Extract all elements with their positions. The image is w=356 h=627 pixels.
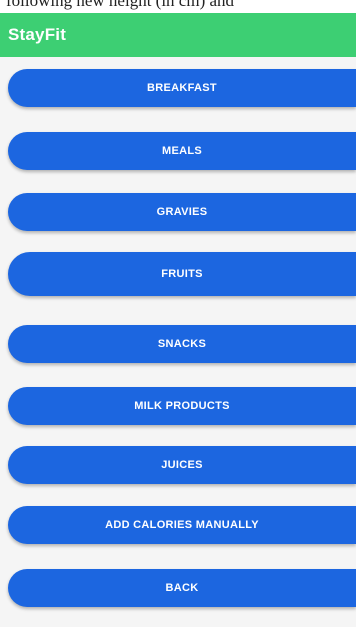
breakfast-button[interactable]: BREAKFAST (8, 69, 356, 107)
add-calories-manually-button[interactable]: ADD CALORIES MANUALLY (8, 506, 356, 544)
fruits-button[interactable]: FRUITS (8, 252, 356, 296)
meals-button-label: MEALS (162, 145, 202, 157)
milk-products-button[interactable]: MILK PRODUCTS (8, 387, 356, 425)
juices-button[interactable]: JUICES (8, 446, 356, 484)
top-cutoff-strip: following new height (in cm) and (0, 0, 356, 13)
juices-button-label: JUICES (161, 459, 203, 471)
menu-content: BREAKFAST MEALS GRAVIES FRUITS SNACKS MI… (0, 57, 356, 627)
app-bar: StayFit (0, 13, 356, 57)
gravies-button[interactable]: GRAVIES (8, 193, 356, 231)
back-button-label: BACK (165, 582, 199, 594)
add-calories-manually-button-label: ADD CALORIES MANUALLY (105, 519, 259, 531)
gravies-button-label: GRAVIES (156, 206, 208, 218)
app-title: StayFit (8, 25, 67, 44)
fruits-button-label: FRUITS (161, 268, 203, 280)
top-cutoff-text: following new height (in cm) and (6, 0, 235, 10)
breakfast-button-label: BREAKFAST (147, 82, 217, 94)
back-button[interactable]: BACK (8, 569, 356, 607)
milk-products-button-label: MILK PRODUCTS (134, 400, 230, 412)
snacks-button[interactable]: SNACKS (8, 325, 356, 363)
meals-button[interactable]: MEALS (8, 132, 356, 170)
snacks-button-label: SNACKS (157, 338, 207, 350)
